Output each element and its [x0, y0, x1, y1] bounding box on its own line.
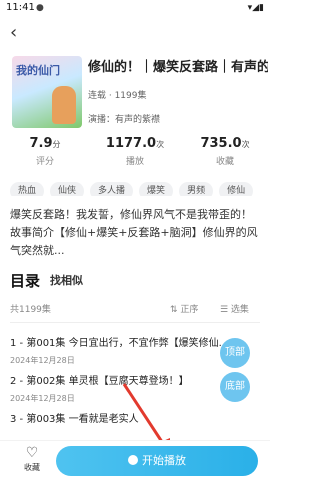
- bottom-bar: ♡ 收藏 开始播放: [0, 440, 270, 480]
- stat-rating: 7.9分 评分: [0, 136, 90, 167]
- favorite-label: 收藏: [24, 463, 40, 472]
- tag-chip[interactable]: 多人播: [90, 182, 134, 196]
- status-bar: 11:41 ● ▾◢▮: [0, 0, 270, 18]
- episode-date: 2024年12月28日: [10, 356, 75, 365]
- play-label: 开始播放: [142, 454, 186, 467]
- stat-label: 播放: [125, 157, 144, 167]
- top-bar: ‹: [0, 18, 270, 48]
- signal-battery-icon: ▾◢▮: [247, 3, 264, 13]
- stat-label: 收藏: [215, 157, 234, 167]
- tag-chip[interactable]: 热血: [10, 182, 45, 196]
- find-similar-tab[interactable]: 找相似: [50, 272, 83, 288]
- play-button[interactable]: 开始播放: [56, 446, 258, 476]
- book-description[interactable]: 爆笑反套路！我发誓，修仙界风气不是我带歪的！故事简介【修仙+爆笑+反套路+脑洞】…: [10, 206, 262, 260]
- episode-title: 1 - 第001集 今日宜出行，不宜作弊【爆笑修仙...: [10, 338, 229, 349]
- tag-chip[interactable]: 修仙: [219, 182, 254, 196]
- play-icon: [128, 455, 138, 465]
- stat-label: 评分: [35, 157, 54, 167]
- favorite-button[interactable]: ♡ 收藏: [20, 445, 44, 473]
- stat-value: 7.9: [29, 136, 53, 151]
- sort-button[interactable]: ⇅ 正序: [170, 302, 198, 315]
- episode-count: 连载 · 1199集: [88, 91, 147, 101]
- cover-figure: [52, 86, 76, 124]
- book-header: 我的仙门 修仙的！｜爆笑反套路｜有声的 连载 · 1199集 演播：有声的紫襟: [0, 52, 270, 132]
- select-episodes-button[interactable]: ☰ 选集: [220, 302, 249, 315]
- cover-title: 我的仙门: [16, 64, 60, 77]
- catalog-title[interactable]: 目录: [10, 270, 40, 291]
- tag-chip[interactable]: 爆笑: [139, 182, 174, 196]
- book-title: 修仙的！｜爆笑反套路｜有声的: [88, 60, 268, 75]
- scroll-top-button[interactable]: 顶部: [220, 338, 250, 368]
- back-arrow-icon: ‹: [10, 22, 18, 43]
- arrow-shaft: [122, 383, 168, 449]
- narrator[interactable]: 演播：有声的紫襟: [88, 112, 160, 125]
- episode-item[interactable]: 1 - 第001集 今日宜出行，不宜作弊【爆笑修仙... 2024年12月28日: [10, 334, 254, 366]
- stat-unit: 次: [241, 140, 250, 149]
- episode-total: 共1199集: [10, 305, 51, 315]
- heart-icon: ♡: [25, 445, 39, 461]
- stat-unit: 分: [52, 140, 61, 149]
- tag-chip[interactable]: 男频: [179, 182, 214, 196]
- catalog-header: 目录 找相似: [10, 270, 260, 290]
- stat-plays: 1177.0次 播放: [90, 136, 180, 167]
- notification-dot-icon: ●: [36, 3, 44, 13]
- catalog-controls: 共1199集 ⇅ 正序 ☰ 选集: [10, 302, 260, 316]
- back-button[interactable]: ‹: [10, 22, 32, 44]
- stat-favorites: 735.0次 收藏: [180, 136, 270, 167]
- divider: [10, 322, 260, 323]
- stats-row: 7.9分 评分 1177.0次 播放 735.0次 收藏: [0, 136, 270, 178]
- scroll-bottom-button[interactable]: 底部: [220, 372, 250, 402]
- status-time: 11:41: [6, 2, 35, 13]
- tag-chip[interactable]: 仙侠: [50, 182, 85, 196]
- book-cover[interactable]: 我的仙门: [12, 56, 82, 128]
- stat-value: 1177.0: [105, 136, 157, 151]
- tag-list: 热血 仙侠 多人播 爆笑 男频 修仙: [10, 178, 270, 196]
- stat-value: 735.0: [200, 136, 242, 151]
- stat-unit: 次: [156, 140, 165, 149]
